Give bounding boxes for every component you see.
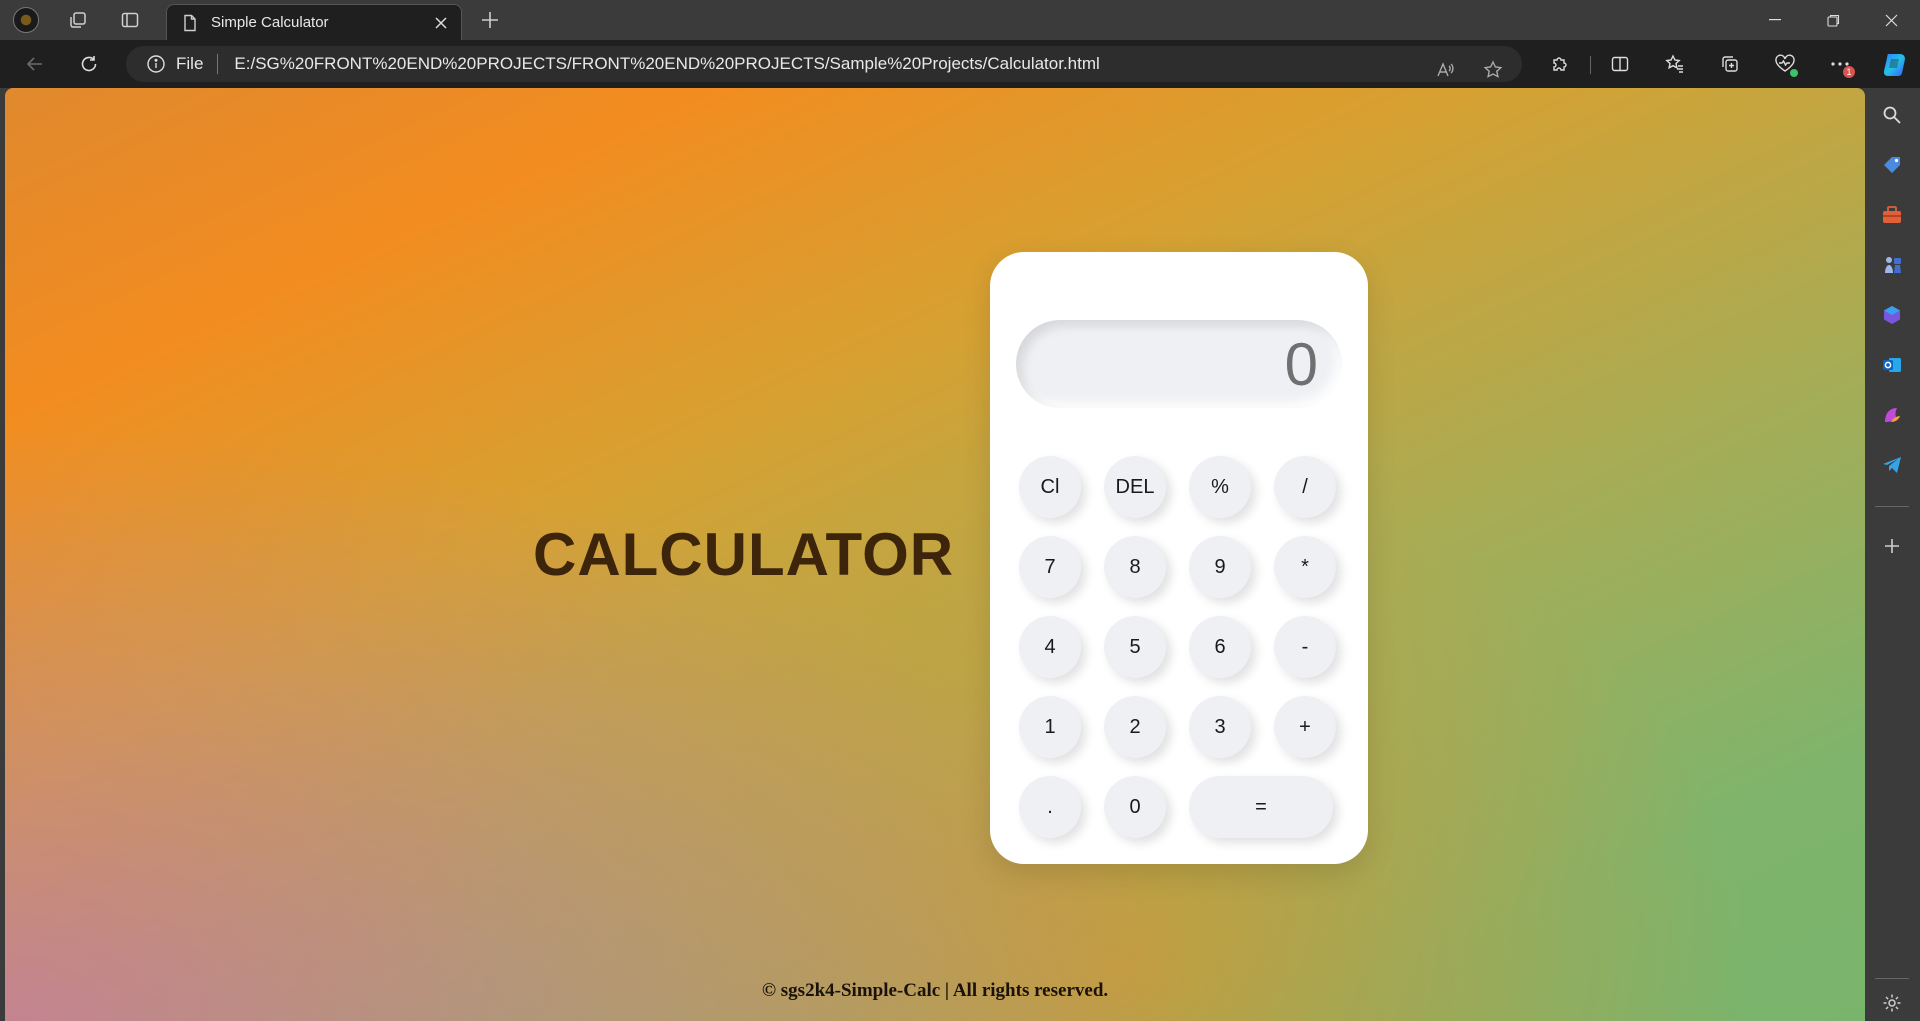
digit-9-button[interactable]: 9	[1189, 536, 1251, 598]
tab-simple-calculator[interactable]: Simple Calculator	[166, 4, 462, 40]
sidebar-divider	[1875, 978, 1909, 979]
address-bar[interactable]: File E:/SG%20FRONT%20END%20PROJECTS/FRON…	[126, 46, 1522, 82]
delete-button[interactable]: DEL	[1104, 456, 1166, 518]
tab-title: Simple Calculator	[211, 14, 329, 31]
add-icon[interactable]	[1877, 531, 1907, 561]
browser-essentials-icon[interactable]	[1770, 49, 1800, 79]
collections-icon[interactable]	[1715, 49, 1745, 79]
address-scheme-label: File	[176, 54, 204, 73]
more-options-icon[interactable]: 1	[1825, 49, 1855, 79]
digit-6-button[interactable]: 6	[1189, 616, 1251, 678]
calculator-card: 0 Cl DEL % / 7 8 9 * 4 5 6 - 1 2 3 + . 0…	[990, 252, 1368, 864]
digit-1-button[interactable]: 1	[1019, 696, 1081, 758]
browser-title-bar: Simple Calculator	[0, 0, 1920, 40]
digit-4-button[interactable]: 4	[1019, 616, 1081, 678]
profile-avatar[interactable]	[12, 6, 40, 34]
browser-sidebar	[1865, 88, 1920, 1021]
clear-button[interactable]: Cl	[1019, 456, 1081, 518]
workspaces-icon[interactable]	[64, 6, 92, 34]
digit-8-button[interactable]: 8	[1104, 536, 1166, 598]
sidebar-divider	[1875, 506, 1909, 507]
toolbox-icon[interactable]	[1877, 200, 1907, 230]
address-divider	[217, 54, 219, 74]
close-window-button[interactable]	[1862, 0, 1920, 40]
percent-button[interactable]: %	[1189, 456, 1251, 518]
telegram-icon[interactable]	[1877, 450, 1907, 480]
page-title: CALCULATOR	[533, 521, 955, 588]
avatar	[13, 7, 39, 33]
new-tab-button[interactable]	[476, 6, 504, 34]
extensions-icon[interactable]	[1545, 49, 1575, 79]
read-aloud-icon[interactable]	[1430, 55, 1460, 85]
minimize-button[interactable]	[1746, 0, 1804, 40]
settings-icon[interactable]	[1877, 988, 1907, 1018]
status-dot	[1790, 69, 1798, 77]
favorites-icon[interactable]	[1660, 49, 1690, 79]
subtract-button[interactable]: -	[1274, 616, 1336, 678]
copilot-icon[interactable]	[1880, 48, 1912, 80]
vertical-tabs-icon[interactable]	[116, 6, 144, 34]
back-button[interactable]	[20, 49, 50, 79]
calculator-display: 0	[1016, 320, 1342, 408]
display-value: 0	[1284, 331, 1318, 398]
digit-7-button[interactable]: 7	[1019, 536, 1081, 598]
outlook-icon[interactable]	[1877, 350, 1907, 380]
address-url[interactable]: E:/SG%20FRONT%20END%20PROJECTS/FRONT%20E…	[234, 54, 1099, 74]
digit-2-button[interactable]: 2	[1104, 696, 1166, 758]
office-icon[interactable]	[1877, 300, 1907, 330]
multiply-button[interactable]: *	[1274, 536, 1336, 598]
restore-button[interactable]	[1804, 0, 1862, 40]
notification-badge: 1	[1843, 66, 1855, 78]
digit-3-button[interactable]: 3	[1189, 696, 1251, 758]
browser-toolbar: File E:/SG%20FRONT%20END%20PROJECTS/FRON…	[0, 40, 1920, 88]
refresh-button[interactable]	[74, 49, 104, 79]
footer-copyright: © sgs2k4-Simple-Calc | All rights reserv…	[761, 980, 1109, 1001]
add-button[interactable]: +	[1274, 696, 1336, 758]
toolbar-divider	[1590, 56, 1591, 74]
split-screen-icon[interactable]	[1605, 49, 1635, 79]
info-icon[interactable]	[146, 54, 166, 74]
digit-5-button[interactable]: 5	[1104, 616, 1166, 678]
search-icon[interactable]	[1877, 100, 1907, 130]
digit-0-button[interactable]: 0	[1104, 776, 1166, 838]
favorite-star-icon[interactable]	[1478, 55, 1508, 85]
shopping-tag-icon[interactable]	[1877, 150, 1907, 180]
divide-button[interactable]: /	[1274, 456, 1336, 518]
designer-icon[interactable]	[1877, 400, 1907, 430]
chess-icon[interactable]	[1877, 250, 1907, 280]
decimal-button[interactable]: .	[1019, 776, 1081, 838]
close-tab-icon[interactable]	[427, 9, 455, 37]
equals-button[interactable]: =	[1189, 776, 1333, 838]
document-icon	[184, 14, 196, 31]
page-viewport: CALCULATOR 0 Cl DEL % / 7 8 9 * 4 5 6 - …	[5, 88, 1865, 1021]
